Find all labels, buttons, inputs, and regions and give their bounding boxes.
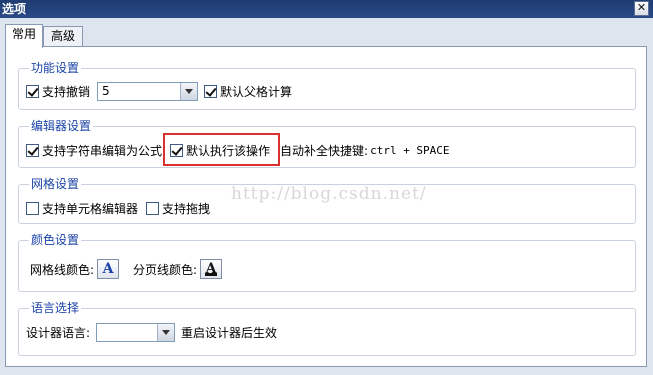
restart-note: 重启设计器后生效 — [181, 325, 278, 340]
drag-checkbox[interactable] — [146, 201, 160, 215]
autocomplete-label: 自动补全快捷键: — [280, 143, 369, 158]
chevron-down-icon[interactable] — [157, 323, 175, 341]
function-row: 支持撤销 5 默认父格计算 — [26, 82, 292, 101]
shortcut-value: ctrl + SPACE — [370, 143, 450, 157]
undo-steps-value: 5 — [102, 84, 110, 98]
chevron-down-icon[interactable] — [180, 83, 198, 100]
title-bar: 选项 ✕ — [0, 0, 653, 18]
pageline-color-label: 分页线颜色: — [133, 262, 198, 277]
designer-lang-combo[interactable] — [96, 322, 176, 342]
tab-advanced[interactable]: 高级 — [43, 26, 83, 47]
group-color-title: 颜色设置 — [29, 232, 82, 248]
font-color-icon: A — [102, 261, 114, 277]
grid-row: 支持单元格编辑器 支持拖拽 — [26, 199, 210, 217]
options-dialog: 选项 ✕ 常用 高级 功能设置 支持撤销 5 默认父格计算 编辑器设置 支持字符… — [0, 0, 653, 375]
undo-checkbox[interactable] — [26, 85, 39, 98]
close-icon[interactable]: ✕ — [634, 1, 649, 16]
dialog-title: 选项 — [2, 2, 27, 16]
parent-calc-label: 默认父格计算 — [220, 85, 293, 99]
parent-calc-checkbox[interactable] — [204, 85, 218, 98]
formula-label: 支持字符串编辑为公式 — [42, 143, 163, 158]
cell-editor-checkbox[interactable] — [26, 201, 39, 215]
formula-checkbox[interactable] — [26, 143, 39, 157]
gridline-color-label: 网格线颜色: — [30, 262, 95, 277]
color-swatch-bar — [205, 273, 218, 276]
group-function-title: 功能设置 — [29, 60, 82, 76]
gridline-color-button[interactable]: A — [97, 259, 120, 279]
language-row: 设计器语言: 重启设计器后生效 — [26, 322, 277, 342]
group-editor-title: 编辑器设置 — [29, 118, 94, 134]
pageline-color-button[interactable]: A — [200, 259, 223, 279]
undo-steps-combo[interactable]: 5 — [97, 82, 199, 101]
color-row: 网格线颜色: A 分页线颜色: A — [30, 258, 223, 280]
watermark: http://blog.csdn.net/ — [231, 184, 427, 204]
undo-label: 支持撤销 — [42, 85, 91, 99]
tab-general[interactable]: 常用 — [5, 24, 43, 48]
group-grid-title: 网格设置 — [29, 176, 82, 192]
highlight-box — [163, 133, 280, 166]
group-language-title: 语言选择 — [29, 300, 82, 316]
designer-lang-label: 设计器语言: — [26, 325, 91, 340]
tab-panel-general: 功能设置 支持撤销 5 默认父格计算 编辑器设置 支持字符串编辑为公式 默认执行… — [5, 46, 647, 367]
cell-editor-label: 支持单元格编辑器 — [42, 201, 139, 216]
drag-label: 支持拖拽 — [162, 201, 211, 216]
